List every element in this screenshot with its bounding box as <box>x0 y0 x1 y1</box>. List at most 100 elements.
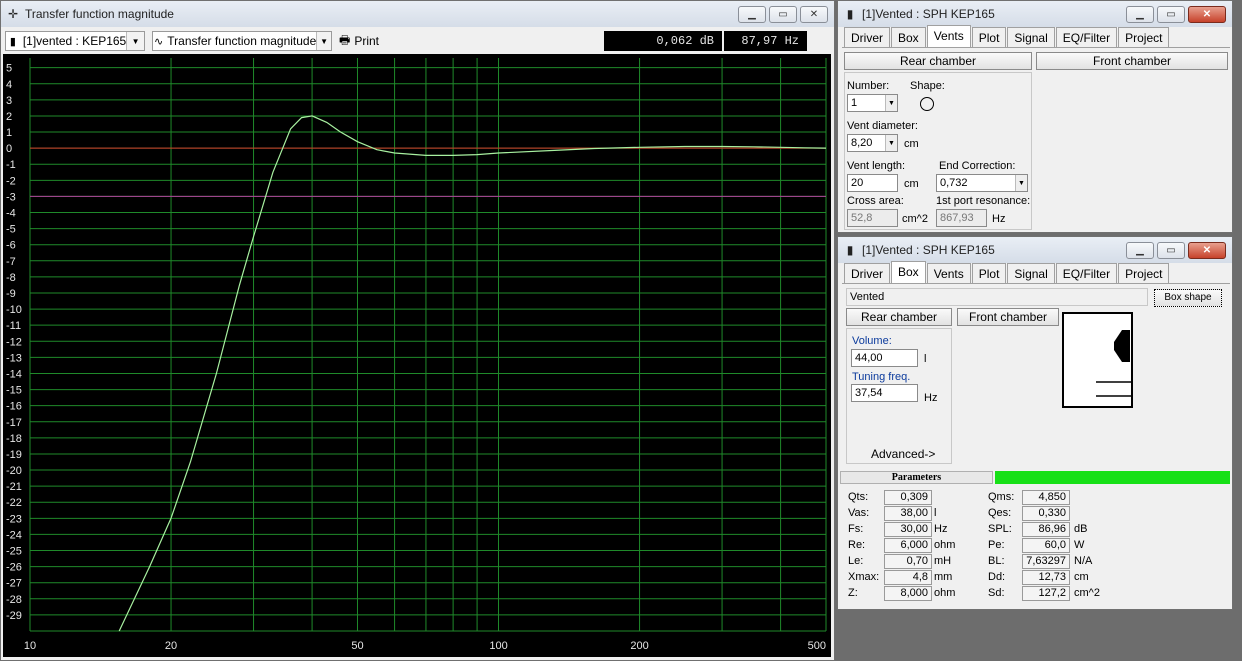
tab-eq-filter[interactable]: EQ/Filter <box>1055 27 1118 47</box>
print-button[interactable]: 🖶 Print <box>339 31 379 51</box>
graph-titlebar[interactable]: ✛ Transfer function magnitude ▁ ▭ ✕ <box>1 1 834 27</box>
printer-icon: 🖶 <box>339 32 351 47</box>
tab-box[interactable]: Box <box>891 261 926 283</box>
minimize-button[interactable]: ▁ <box>738 5 766 23</box>
vents-window-title: [1]Vented : SPH KEP165 <box>862 7 995 21</box>
advanced-button[interactable]: Advanced-> <box>871 447 935 461</box>
param-value: 38,00 <box>884 506 932 521</box>
param-unit: ohm <box>934 539 956 551</box>
tab-eq-filter[interactable]: EQ/Filter <box>1055 263 1118 283</box>
volume-input[interactable]: 44,00 <box>851 349 918 367</box>
y-tick-label: -21 <box>6 481 22 493</box>
y-tick-label: -18 <box>6 433 22 445</box>
param-name: Vas: <box>848 507 870 519</box>
y-tick-label: -6 <box>6 240 16 252</box>
close-button[interactable]: ✕ <box>1188 241 1226 259</box>
front-chamber-button[interactable]: Front chamber <box>1036 52 1228 70</box>
param-value: 30,00 <box>884 522 932 537</box>
graph-toolbar: ▮ [1]vented : KEP165 ▼ ∿ Transfer functi… <box>1 29 834 53</box>
plot-type-select[interactable]: ∿ Transfer function magnitude ▼ <box>152 31 332 51</box>
tab-project[interactable]: Project <box>1118 263 1170 283</box>
cross-area-label: Cross area: <box>847 195 904 207</box>
vents-titlebar[interactable]: ▮ [1]Vented : SPH KEP165 ▁ ▭ ✕ <box>838 1 1232 27</box>
param-name: Le: <box>848 555 864 567</box>
crosshair-icon: ✛ <box>7 7 19 21</box>
tab-plot[interactable]: Plot <box>971 263 1007 283</box>
param-unit: cm <box>1074 571 1089 583</box>
vent-length-input[interactable]: 20 <box>847 174 898 192</box>
param-value: 0,330 <box>1022 506 1070 521</box>
maximize-button[interactable]: ▭ <box>769 5 797 23</box>
chevron-down-icon[interactable]: ▼ <box>126 32 144 50</box>
round-vent-shape-icon[interactable] <box>920 97 934 111</box>
param-value: 6,000 <box>884 538 932 553</box>
y-tick-label: -4 <box>6 208 16 220</box>
param-unit: mm <box>934 571 953 583</box>
wave-icon: ∿ <box>154 35 164 48</box>
param-name: Qts: <box>848 491 869 503</box>
tab-project[interactable]: Project <box>1118 27 1170 47</box>
param-name: Qms: <box>988 491 1015 503</box>
vent-length-unit: cm <box>904 178 919 190</box>
y-tick-label: -17 <box>6 417 22 429</box>
shape-label: Shape: <box>910 80 945 92</box>
y-tick-label: -27 <box>6 578 22 590</box>
volume-unit: l <box>924 353 927 365</box>
port-resonance-label: 1st port resonance: <box>936 195 1031 207</box>
vent-diameter-label: Vent diameter: <box>847 120 918 132</box>
volume-label: Volume: <box>852 335 892 347</box>
y-tick-label: -1 <box>6 159 16 171</box>
end-correction-label: End Correction: <box>939 160 1016 172</box>
param-value: 0,70 <box>884 554 932 569</box>
tab-signal[interactable]: Signal <box>1007 263 1055 283</box>
chevron-down-icon[interactable]: ▼ <box>316 32 331 50</box>
rear-chamber-button[interactable]: Rear chamber <box>846 308 952 326</box>
maximize-button[interactable]: ▭ <box>1157 241 1185 259</box>
tuning-unit: Hz <box>924 392 938 404</box>
y-tick-label: -5 <box>6 224 16 236</box>
chevron-down-icon[interactable]: ▼ <box>885 95 897 111</box>
box-shape-diagram <box>1062 312 1133 408</box>
hz-readout: 87,97 Hz <box>724 31 807 51</box>
front-chamber-button[interactable]: Front chamber <box>957 308 1059 326</box>
x-tick-label: 10 <box>24 640 36 652</box>
chevron-down-icon[interactable]: ▼ <box>1015 175 1027 191</box>
close-button[interactable]: ✕ <box>1188 5 1226 23</box>
param-value: 127,2 <box>1022 586 1070 601</box>
y-tick-label: -7 <box>6 256 16 268</box>
param-name: Qes: <box>988 507 1012 519</box>
y-tick-label: -8 <box>6 272 16 284</box>
end-correction-select[interactable]: 0,732 ▼ <box>936 174 1028 192</box>
tuning-input[interactable]: 37,54 <box>851 384 918 402</box>
param-unit: Hz <box>934 523 948 535</box>
tab-driver[interactable]: Driver <box>844 27 890 47</box>
param-value: 4,8 <box>884 570 932 585</box>
port-resonance-field: 867,93 <box>936 209 987 227</box>
project-select[interactable]: ▮ [1]vented : KEP165 ▼ <box>5 31 145 51</box>
close-button[interactable]: ✕ <box>800 5 828 23</box>
speaker-icon: ▮ <box>9 35 16 48</box>
rear-chamber-button[interactable]: Rear chamber <box>844 52 1032 70</box>
maximize-button[interactable]: ▭ <box>1157 5 1185 23</box>
tab-plot[interactable]: Plot <box>971 27 1007 47</box>
box-tabs: Driver Box Vents Plot Signal EQ/Filter Project <box>844 261 1170 283</box>
minimize-button[interactable]: ▁ <box>1126 241 1154 259</box>
transfer-function-plot[interactable]: 543210-1-2-3-4-5-6-7-8-9-10-11-12-13-14-… <box>3 54 831 657</box>
tab-signal[interactable]: Signal <box>1007 27 1055 47</box>
vent-diameter-select[interactable]: 8,20 ▼ <box>847 134 898 152</box>
param-unit: mH <box>934 555 952 567</box>
tab-vents[interactable]: Vents <box>926 25 971 47</box>
tab-vents[interactable]: Vents <box>926 263 971 283</box>
number-select[interactable]: 1 ▼ <box>847 94 898 112</box>
project-select-value: [1]vented : KEP165 <box>22 34 127 48</box>
box-shape-button[interactable]: Box shape <box>1154 289 1222 307</box>
box-titlebar[interactable]: ▮ [1]Vented : SPH KEP165 ▁ ▭ ✕ <box>838 237 1232 263</box>
tab-box[interactable]: Box <box>891 27 926 47</box>
param-name: Sd: <box>988 587 1005 599</box>
y-tick-label: 0 <box>6 143 12 155</box>
x-tick-label: 100 <box>489 640 507 652</box>
transfer-function-window: ✛ Transfer function magnitude ▁ ▭ ✕ ▮ [1… <box>0 0 835 661</box>
chevron-down-icon[interactable]: ▼ <box>885 135 897 151</box>
tab-driver[interactable]: Driver <box>844 263 890 283</box>
minimize-button[interactable]: ▁ <box>1126 5 1154 23</box>
